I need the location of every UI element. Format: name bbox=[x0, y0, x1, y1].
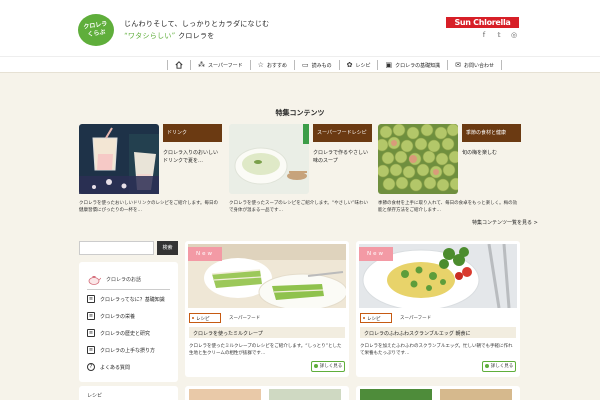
sidebar-recipe-box: レシピ bbox=[79, 386, 178, 400]
sidebar-item[interactable]: ≡ クロレラの歴史と研究 bbox=[87, 329, 150, 337]
new-badge: New bbox=[359, 247, 393, 261]
home-icon bbox=[175, 61, 183, 69]
brand-logo[interactable]: Sun Chlorella bbox=[446, 17, 519, 28]
nav-basics[interactable]: ▣ クロレラの基礎知識 bbox=[377, 60, 447, 70]
nav-recipe[interactable]: ✿ レシピ bbox=[338, 60, 378, 70]
article-image[interactable] bbox=[360, 389, 432, 400]
nav-reading[interactable]: ▭ 読みもの bbox=[293, 60, 339, 70]
superfood-icon: ⁂ bbox=[198, 61, 205, 69]
feature-category[interactable]: ドリンク bbox=[163, 124, 222, 142]
page-icon: ≡ bbox=[87, 346, 95, 354]
facebook-icon[interactable]: f bbox=[480, 31, 488, 39]
article-title[interactable]: クロレラを使ったミルクレープ bbox=[189, 327, 345, 338]
nav-label: お問い合わせ bbox=[464, 62, 495, 69]
article-card[interactable]: New レシピ スーパーフード クロレラのふわふわスクランブルエッグ 朝食に ク… bbox=[356, 241, 520, 377]
category-tag[interactable]: レシピ bbox=[189, 313, 221, 323]
nav-label: おすすめ bbox=[266, 62, 287, 69]
tagline-suffix: クロレラを bbox=[178, 32, 215, 40]
sidebar-item-label: クロレラの歴史と研究 bbox=[100, 330, 151, 337]
sidebar-item-label: よくある質問 bbox=[100, 364, 131, 371]
search-input[interactable] bbox=[79, 241, 154, 255]
nav-label: クロレラの基礎知識 bbox=[395, 62, 441, 69]
feature-category[interactable]: 季節の食材と健康 bbox=[462, 124, 521, 142]
feature-category[interactable]: スーパーフードレシピ bbox=[313, 124, 372, 142]
arrow-icon bbox=[313, 363, 318, 368]
mail-icon: ✉ bbox=[455, 61, 461, 69]
feature-image[interactable] bbox=[375, 123, 463, 194]
category-tag[interactable]: レシピ bbox=[360, 313, 392, 323]
feature-heading: 特集コンテンツ bbox=[275, 109, 325, 117]
sidebar-item[interactable]: ≡ クロレラの上手な摂り方 bbox=[87, 346, 155, 354]
star-icon: ☆ bbox=[257, 61, 264, 69]
twitter-icon[interactable]: 𝕥 bbox=[495, 31, 503, 39]
article-image[interactable] bbox=[189, 389, 261, 400]
social-links: f 𝕥 ◎ bbox=[480, 31, 518, 39]
question-icon: ? bbox=[87, 363, 95, 371]
instagram-icon[interactable]: ◎ bbox=[510, 31, 518, 39]
feature-title[interactable]: クロレラ入りのおいしいドリンクで夏を… bbox=[163, 149, 222, 165]
nav-label: 読みもの bbox=[311, 62, 332, 69]
article-description: クロレラを使ったミルクレープのレシピをご紹介します。“しっとり”とした生地と生ク… bbox=[189, 344, 342, 356]
detail-label: 詳しく見る bbox=[490, 364, 514, 369]
sidebar-title-text: クロレラのお話 bbox=[106, 277, 142, 283]
article-card[interactable]: New レシピ スーパーフード クロレラを使ったミルクレープ クロレラを使ったミ… bbox=[185, 241, 349, 377]
feature-more-link[interactable]: 特集コンテンツ一覧を見る > bbox=[472, 219, 538, 226]
feature-description: クロレラを使ったスープのレシピをご紹介します。“やさしい”味わいで身体が温まる一… bbox=[229, 201, 368, 213]
page-icon: ≡ bbox=[87, 295, 95, 303]
flower-icon: ✿ bbox=[346, 61, 353, 69]
nav-label: スーパーフード bbox=[208, 62, 243, 69]
article-image[interactable] bbox=[269, 389, 341, 400]
feature-image[interactable] bbox=[229, 124, 309, 194]
sub-tag[interactable]: スーパーフード bbox=[229, 315, 260, 321]
detail-button[interactable]: 詳しく見る bbox=[311, 361, 345, 372]
sidebar-item-label: クロレラってなに？基礎知識 bbox=[100, 296, 165, 303]
arrow-icon bbox=[484, 363, 489, 368]
nav-recommend[interactable]: ☆ おすすめ bbox=[249, 60, 294, 70]
sidebar-recipe-title: レシピ bbox=[87, 393, 103, 399]
nav-superfood[interactable]: ⁂ スーパーフード bbox=[190, 60, 250, 70]
detail-button[interactable]: 詳しく見る bbox=[482, 361, 516, 372]
feature-image[interactable] bbox=[79, 124, 159, 194]
site-tagline-2: “ワタシらしい” クロレラを bbox=[124, 31, 215, 41]
site-tagline: じんわりそして、しっかりとカラダになじむ bbox=[124, 20, 270, 28]
sidebar-item[interactable]: ≡ クロレラの栄養 bbox=[87, 312, 135, 320]
sidebar-title: クロレラのお話 bbox=[87, 270, 170, 290]
site-logo[interactable]: クロレラ くらぶ bbox=[78, 14, 114, 46]
feature-description: クロレラを使ったおいしいドリンクのレシピをご紹介します。毎日の健康習慣にぴったり… bbox=[79, 201, 219, 213]
logo-text-2: くらぶ bbox=[87, 28, 106, 39]
feature-description: 季節の食材を上手に取り入れて、毎日の食卓をもっと楽しく。梅の効能と保存方法をご紹… bbox=[378, 201, 518, 213]
page-icon: ≡ bbox=[87, 329, 95, 337]
nav-contact[interactable]: ✉ お問い合わせ bbox=[447, 60, 503, 70]
nav-home[interactable] bbox=[167, 60, 190, 70]
book-icon: ▭ bbox=[301, 61, 309, 69]
article-image[interactable] bbox=[440, 389, 512, 400]
nav-label: レシピ bbox=[355, 62, 371, 69]
teapot-icon bbox=[88, 275, 101, 285]
article-title[interactable]: クロレラのふわふわスクランブルエッグ 朝食に bbox=[360, 327, 516, 338]
article-description: クロレラを加えたふわふわのスクランブルエッグ。忙しい朝でも手軽に作れて栄養もたっ… bbox=[360, 344, 513, 356]
info-icon: ▣ bbox=[385, 61, 393, 69]
feature-title[interactable]: 旬の梅を楽しむ bbox=[462, 149, 521, 157]
new-badge: New bbox=[188, 247, 222, 261]
article-card-partial[interactable] bbox=[185, 386, 349, 400]
search-button[interactable]: 検索 bbox=[157, 241, 178, 255]
tagline-quote: “ワタシらしい” bbox=[124, 32, 176, 40]
feature-title[interactable]: クロレラで作るやさしい味のスープ bbox=[313, 149, 372, 165]
sidebar-item[interactable]: ≡ クロレラってなに？基礎知識 bbox=[87, 295, 165, 303]
sidebar-item-label: クロレラの栄養 bbox=[100, 313, 136, 320]
sub-tag[interactable]: スーパーフード bbox=[400, 315, 431, 321]
sidebar-item-label: クロレラの上手な摂り方 bbox=[100, 347, 156, 354]
sidebar: クロレラのお話 ≡ クロレラってなに？基礎知識 ≡ クロレラの栄養 ≡ クロレラの歴史… bbox=[79, 262, 178, 382]
article-card-partial[interactable] bbox=[356, 386, 520, 400]
site-header: クロレラ くらぶ じんわりそして、しっかりとカラダになじむ “ワタシらしい” クロ… bbox=[0, 0, 600, 56]
main-nav: ⁂ スーパーフード ☆ おすすめ ▭ 読みもの ✿ レシピ ▣ クロレラの基礎知識 ✉ お問… bbox=[0, 56, 600, 73]
page-icon: ≡ bbox=[87, 312, 95, 320]
detail-label: 詳しく見る bbox=[319, 364, 343, 369]
sidebar-item[interactable]: ? よくある質問 bbox=[87, 363, 130, 371]
